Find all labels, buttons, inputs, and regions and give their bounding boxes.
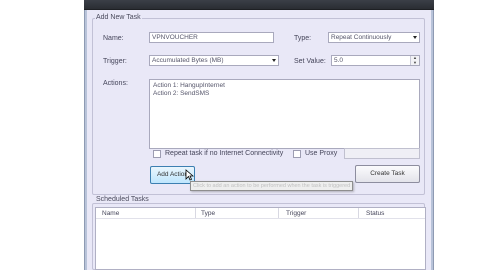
stepper-down-icon[interactable]: ▼ [411, 60, 419, 66]
actions-label: Actions: [103, 80, 128, 87]
add-task-group-title: Add New Task [95, 14, 142, 21]
window-titlebar[interactable] [84, 0, 434, 10]
repeat-checkbox-label: Repeat task if no Internet Connectivity [165, 150, 284, 157]
column-divider [195, 208, 196, 218]
proxy-field[interactable] [344, 148, 420, 159]
column-divider [358, 208, 359, 218]
scheduled-tasks-title: Scheduled Tasks [95, 196, 150, 203]
action-item[interactable]: Action 2: SendSMS [153, 90, 416, 98]
window-border-right [431, 10, 434, 270]
set-value-stepper[interactable]: 5.0 ▲ ▼ [331, 55, 420, 66]
use-proxy-checkbox[interactable] [293, 150, 301, 158]
name-field[interactable]: VPNVOUCHER [149, 32, 274, 43]
type-select[interactable]: Repeat Continuously [328, 32, 420, 43]
tooltip: Click to add an action to be performed w… [190, 181, 354, 191]
scheduled-tasks-table[interactable]: Name Type Trigger Status [95, 207, 426, 270]
column-header-name[interactable]: Name [102, 210, 119, 217]
chevron-down-icon [413, 36, 417, 39]
column-header-trigger[interactable]: Trigger [286, 210, 306, 217]
create-task-button[interactable]: Create Task [355, 165, 420, 183]
type-select-value: Repeat Continuously [331, 34, 392, 41]
stepper-buttons[interactable]: ▲ ▼ [410, 56, 419, 65]
column-divider [278, 208, 279, 218]
table-header: Name Type Trigger Status [96, 208, 425, 219]
set-value-text: 5.0 [334, 57, 344, 64]
chevron-down-icon [272, 59, 276, 62]
mouse-cursor-icon [185, 169, 194, 181]
actions-list[interactable]: Action 1: HangupInternet Action 2: SendS… [149, 79, 420, 149]
column-header-type[interactable]: Type [201, 210, 215, 217]
task-scheduler-panel: Add New Task Name: VPNVOUCHER Type: Repe… [87, 10, 431, 270]
type-label: Type: [294, 35, 312, 42]
use-proxy-label: Use Proxy [305, 150, 338, 157]
set-value-label: Set Value: [294, 58, 326, 65]
name-label: Name: [103, 35, 124, 42]
trigger-label: Trigger: [103, 58, 127, 65]
action-item[interactable]: Action 1: HangupInternet [153, 82, 416, 90]
repeat-checkbox[interactable] [153, 150, 161, 158]
trigger-select[interactable]: Accumulated Bytes (MB) [149, 55, 279, 66]
trigger-select-value: Accumulated Bytes (MB) [152, 57, 224, 64]
column-header-status[interactable]: Status [366, 210, 384, 217]
